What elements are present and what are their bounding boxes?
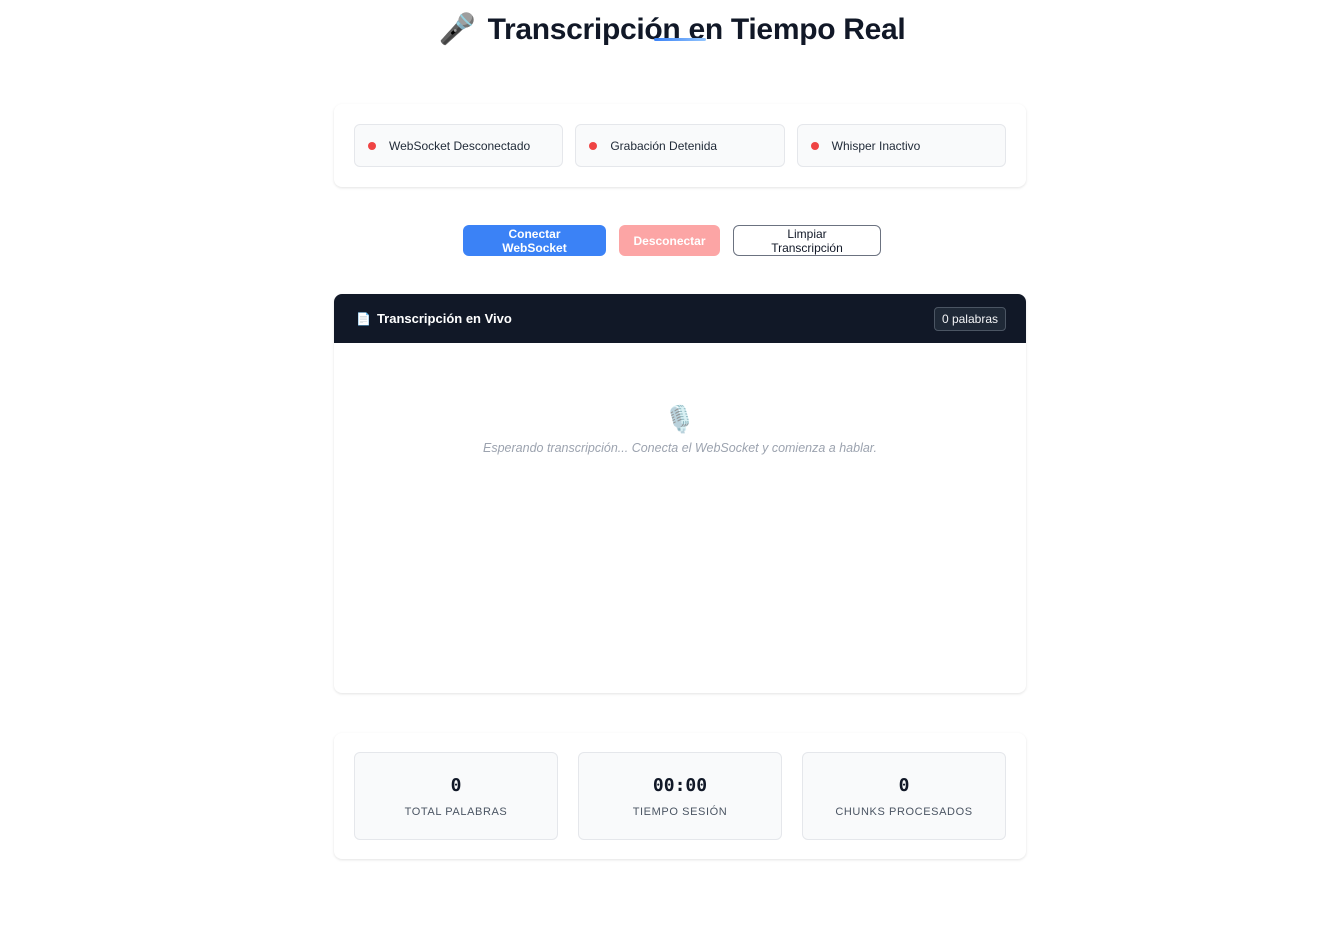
disconnect-button[interactable]: Desconectar bbox=[619, 225, 720, 256]
stat-label: Total Palabras bbox=[404, 805, 508, 818]
empty-message: Esperando transcripción... Conecta el We… bbox=[483, 441, 877, 455]
connect-websocket-button[interactable]: Conectar WebSocket bbox=[463, 225, 606, 256]
status-dot-icon bbox=[589, 141, 598, 150]
transcript-title: 📄 Transcripción en Vivo bbox=[356, 311, 512, 326]
stats-panel: 0 Total Palabras 00:00 Tiempo Sesión 0 C… bbox=[334, 733, 1026, 859]
stat-label: Chunks Procesados bbox=[835, 805, 973, 818]
status-dot-icon bbox=[368, 141, 376, 150]
stat-total-words: 0 Total Palabras bbox=[354, 752, 558, 840]
status-whisper-label: Whisper Inactivo bbox=[831, 138, 921, 153]
control-bar: Conectar WebSocket Desconectar Limpiar T… bbox=[0, 225, 1344, 256]
stat-session-time: 00:00 Tiempo Sesión bbox=[578, 752, 782, 840]
stat-chunks-processed: 0 Chunks Procesados bbox=[802, 752, 1006, 840]
status-panel: WebSocket Desconectado Grabación Detenid… bbox=[334, 104, 1026, 187]
transcript-header: 📄 Transcripción en Vivo 0 palabras bbox=[334, 294, 1026, 343]
stat-value: 00:00 bbox=[652, 774, 708, 796]
status-dot-icon bbox=[810, 141, 819, 150]
transcript-title-text: Transcripción en Vivo bbox=[376, 311, 512, 326]
status-recording-label: Grabación Detenida bbox=[610, 138, 718, 153]
microphone-icon: 🎤 bbox=[438, 13, 476, 46]
status-recording: Grabación Detenida bbox=[575, 124, 785, 167]
stat-value: 0 bbox=[450, 774, 462, 796]
status-whisper: Whisper Inactivo bbox=[796, 124, 1006, 167]
status-websocket: WebSocket Desconectado bbox=[354, 124, 564, 167]
page-header: 🎤 Transcripción en Tiempo Real bbox=[0, 12, 1344, 47]
stat-label: Tiempo Sesión bbox=[632, 805, 728, 818]
title-underline bbox=[654, 38, 706, 41]
word-count-badge: 0 palabras bbox=[933, 306, 1006, 331]
status-websocket-label: WebSocket Desconectado bbox=[389, 138, 531, 153]
transcript-panel: 📄 Transcripción en Vivo 0 palabras 🎙️ Es… bbox=[334, 294, 1026, 693]
page-title: 🎤 Transcripción en Tiempo Real bbox=[439, 12, 906, 47]
document-icon: 📄 bbox=[356, 311, 371, 326]
stat-value: 0 bbox=[898, 774, 910, 796]
clear-transcript-button[interactable]: Limpiar Transcripción bbox=[733, 225, 881, 256]
transcript-empty-state: 🎙️ Esperando transcripción... Conecta el… bbox=[334, 404, 1026, 455]
page-title-text: Transcripción en Tiempo Real bbox=[487, 12, 906, 46]
microphone-icon: 🎙️ bbox=[663, 404, 697, 434]
